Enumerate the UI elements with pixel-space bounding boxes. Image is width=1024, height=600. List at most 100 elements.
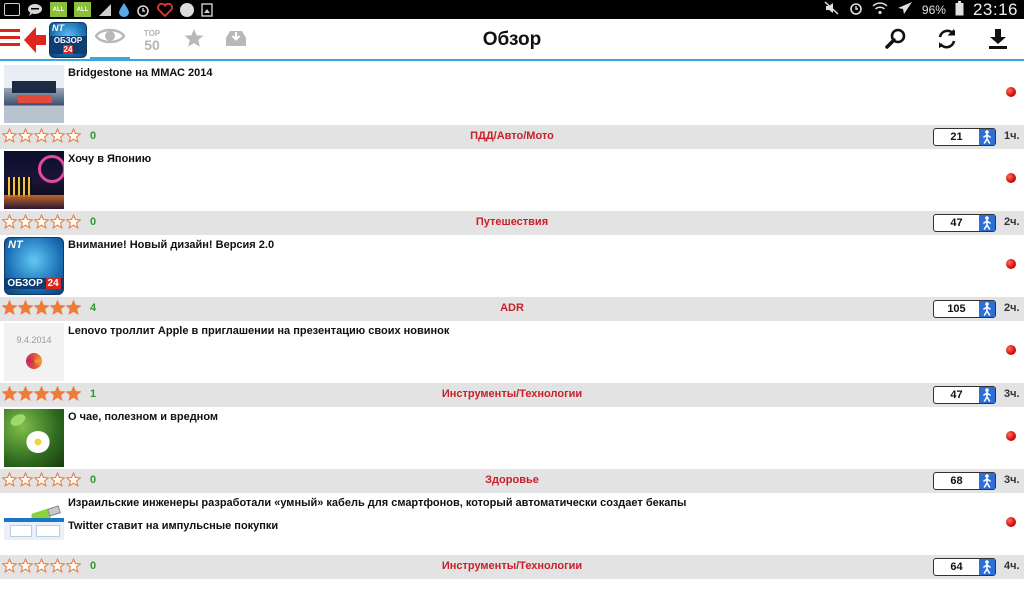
rating-star-icon[interactable] [34,128,49,144]
item-title[interactable]: О чае, полезном и вредном [68,411,218,423]
top50-num: 50 [144,36,160,53]
views-counter: 47 [933,386,996,404]
views-counter: 47 [933,214,996,232]
list-item[interactable]: Bridgestone на ММАС 2014 0 ПДД/Авто/Мото 21… [0,63,1024,149]
rating-star-icon[interactable] [66,558,81,574]
rating-star-icon[interactable] [66,214,81,230]
rating-star-icon[interactable] [66,386,81,402]
list-item[interactable]: Twitter ставит на импульсные покупки [0,516,1024,546]
rating-star-icon[interactable] [34,558,49,574]
item-meta-bar: 1 Инструменты/Технологии 47 3ч. [0,383,1024,407]
item-body[interactable]: Хочу в Японию [0,149,1024,211]
rating-star-icon[interactable] [2,472,17,488]
rating-star-icon[interactable] [66,128,81,144]
list-item[interactable]: О чае, полезном и вредном 0 Здоровье 68 3ч. [0,407,1024,493]
rating-star-icon[interactable] [34,300,49,316]
tab-top50[interactable]: TOP 50 [132,19,172,61]
system-icons: 96% 23:16 [824,0,1018,19]
tab-inbox[interactable] [216,19,256,61]
item-title[interactable]: Израильские инженеры разработали «умный»… [68,497,686,509]
rating-star-icon[interactable] [2,558,17,574]
rating-star-icon[interactable] [50,386,65,402]
item-body[interactable]: Bridgestone на ММАС 2014 [0,63,1024,125]
item-time: 3ч. [1004,388,1020,400]
rating-star-icon[interactable] [50,214,65,230]
inbox-download-icon [225,28,247,53]
rating-star-icon[interactable] [18,472,33,488]
item-title[interactable]: Bridgestone на ММАС 2014 [68,67,213,79]
rating-star-icon[interactable] [18,214,33,230]
rating-star-icon[interactable] [34,472,49,488]
item-thumbnail: 9.4.2014 [4,323,64,381]
item-time: 1ч. [1004,130,1020,142]
rating-star-icon[interactable] [18,386,33,402]
wifi-icon [872,1,888,18]
chat-icon [27,3,43,17]
rating-star-icon[interactable] [50,300,65,316]
item-thumbnail [4,65,64,123]
rating-star-icon[interactable] [2,386,17,402]
download-icon [987,28,1009,55]
rating-star-icon[interactable] [50,558,65,574]
item-body[interactable]: 9.4.2014 Lenovo троллит Apple в приглашен… [0,321,1024,383]
rating-stars[interactable] [2,472,81,488]
tab-overview[interactable] [90,19,130,61]
views-counter: 21 [933,128,996,146]
list-item[interactable]: 9.4.2014 Lenovo троллит Apple в приглашен… [0,321,1024,407]
gallery-icon [201,2,213,17]
item-category: Инструменты/Технологии [441,388,583,400]
views-counter: 64 [933,558,996,576]
download-button[interactable] [985,28,1011,54]
search-button[interactable] [883,28,909,54]
item-time: 2ч. [1004,216,1020,228]
rating-star-icon[interactable] [2,128,17,144]
thumb-logo-label: ОБЗОР 24 [4,278,64,289]
views-count: 105 [947,303,966,315]
item-body[interactable]: NT ОБЗОР 24 Внимание! Новый дизайн! Версия… [0,235,1024,297]
item-title[interactable]: Хочу в Японию [68,153,151,165]
thumb-logo-label-text: ОБЗОР [7,278,43,289]
rating-star-icon[interactable] [2,300,17,316]
person-walking-icon [979,387,995,403]
rating-stars[interactable] [2,386,81,402]
news-list[interactable]: Bridgestone на ММАС 2014 0 ПДД/Авто/Мото 21… [0,63,1024,579]
item-thumbnail [4,409,64,467]
list-item[interactable]: Хочу в Японию 0 Путешествия 47 2ч. [0,149,1024,235]
water-drop-icon [119,2,129,17]
rating-stars[interactable] [2,214,81,230]
item-title[interactable]: Lenovo троллит Apple в приглашении на пр… [68,325,449,337]
mute-icon [824,1,840,18]
rating-star-icon[interactable] [2,214,17,230]
item-title[interactable]: Внимание! Новый дизайн! Версия 2.0 [68,239,274,251]
unread-indicator-icon [1006,259,1016,269]
thumb-logo-nt: NT [8,239,23,251]
rating-star-icon[interactable] [66,300,81,316]
rating-stars[interactable] [2,300,81,316]
back-arrow-icon[interactable] [24,27,46,53]
alarm-icon [849,1,863,18]
rating-star-icon[interactable] [18,300,33,316]
thumb-date: 9.4.2014 [16,335,52,345]
rating-stars[interactable] [2,128,81,144]
tab-favorites[interactable] [174,19,214,61]
rating-star-icon[interactable] [18,128,33,144]
rating-star-icon[interactable] [50,128,65,144]
views-counter: 68 [933,472,996,490]
menu-icon[interactable] [0,29,22,49]
rating-star-icon[interactable] [66,472,81,488]
logo-label: ОБЗОР 24 [50,36,86,54]
rating-star-icon[interactable] [50,472,65,488]
item-title[interactable]: Twitter ставит на импульсные покупки [68,520,278,532]
views-counter: 105 [933,300,996,318]
views-count: 47 [950,217,963,229]
list-item[interactable]: NT ОБЗОР 24 Внимание! Новый дизайн! Версия… [0,235,1024,321]
rating-star-icon[interactable] [34,214,49,230]
rating-star-icon[interactable] [18,558,33,574]
item-category: Инструменты/Технологии [441,560,583,572]
item-body[interactable]: О чае, полезном и вредном [0,407,1024,469]
refresh-button[interactable] [934,28,960,54]
rating-star-icon[interactable] [34,386,49,402]
person-walking-icon [979,559,995,575]
rating-stars[interactable] [2,558,81,574]
all-widget-icon: ALL [50,2,67,17]
